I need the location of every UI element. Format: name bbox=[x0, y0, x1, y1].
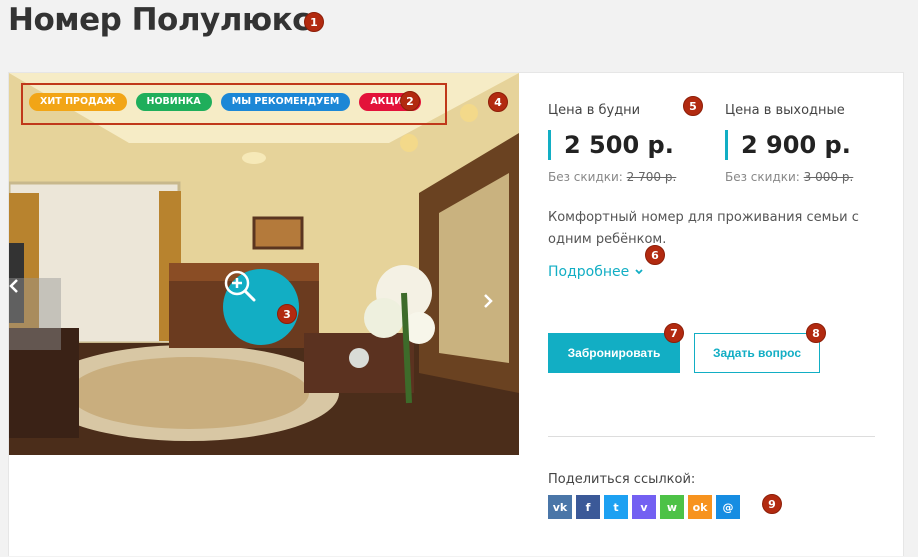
room-gallery: ХИТ ПРОДАЖ НОВИНКА МЫ РЕКОМЕНДУЕМ АКЦИЯ bbox=[9, 73, 519, 455]
price-weekend: Цена в выходные 2 900 р. Без скидки: 3 0… bbox=[725, 103, 853, 184]
book-button[interactable]: Забронировать bbox=[548, 333, 680, 373]
twitter-glyph: t bbox=[613, 500, 619, 514]
gallery-prev-button[interactable] bbox=[9, 278, 61, 350]
twitter-icon[interactable]: t bbox=[604, 495, 628, 519]
price-weekday-value: 2 500 р. bbox=[548, 130, 676, 160]
price-weekday-old-label: Без скидки: bbox=[548, 170, 623, 184]
vk-glyph: vk bbox=[552, 500, 568, 514]
whatsapp-glyph: w bbox=[666, 500, 678, 514]
odnoklassniki-glyph: ok bbox=[692, 500, 708, 514]
annotation-marker-8: 8 bbox=[806, 323, 826, 343]
chevron-right-icon bbox=[484, 294, 493, 308]
price-weekday: Цена в будни 2 500 р. Без скидки: 2 700 … bbox=[548, 103, 676, 184]
annotation-marker-3: 3 bbox=[277, 304, 297, 324]
price-weekend-old-label: Без скидки: bbox=[725, 170, 800, 184]
share-buttons: vk f t v w ok @ bbox=[548, 495, 740, 519]
zoom-plus-icon bbox=[224, 270, 256, 302]
ask-question-button[interactable]: Задать вопрос bbox=[694, 333, 820, 373]
annotation-marker-5: 5 bbox=[683, 96, 703, 116]
chevron-down-icon bbox=[635, 269, 643, 275]
viber-icon[interactable]: v bbox=[632, 495, 656, 519]
price-weekend-value: 2 900 р. bbox=[725, 130, 853, 160]
moimir-icon[interactable]: @ bbox=[716, 495, 740, 519]
more-link[interactable]: Подробнее bbox=[548, 264, 643, 280]
share-label: Поделиться ссылкой: bbox=[548, 472, 696, 487]
price-weekday-old-value: 2 700 р. bbox=[626, 170, 677, 184]
annotation-marker-1: 1 bbox=[304, 12, 324, 32]
price-weekend-old: Без скидки: 3 000 р. bbox=[725, 170, 853, 184]
annotation-marker-2: 2 bbox=[400, 91, 420, 111]
badges-highlight-box bbox=[21, 83, 447, 125]
price-weekday-label: Цена в будни bbox=[548, 103, 641, 118]
chevron-left-icon bbox=[9, 279, 18, 293]
price-weekday-old: Без скидки: 2 700 р. bbox=[548, 170, 676, 184]
gallery-next-button[interactable] bbox=[483, 293, 511, 333]
moimir-glyph: @ bbox=[722, 500, 734, 514]
viber-glyph: v bbox=[640, 500, 648, 514]
vk-icon[interactable]: vk bbox=[548, 495, 572, 519]
room-info: Цена в будни 2 500 р. Без скидки: 2 700 … bbox=[548, 73, 878, 557]
annotation-marker-7: 7 bbox=[664, 323, 684, 343]
price-weekend-label: Цена в выходные bbox=[725, 103, 845, 118]
more-link-label: Подробнее bbox=[548, 264, 630, 280]
annotation-marker-4: 4 bbox=[488, 92, 508, 112]
room-photo bbox=[9, 73, 519, 455]
annotation-marker-9: 9 bbox=[762, 494, 782, 514]
page-title: Номер Полулюкс bbox=[8, 2, 311, 38]
annotation-marker-6: 6 bbox=[645, 245, 665, 265]
price-weekend-old-value: 3 000 р. bbox=[803, 170, 854, 184]
room-description: Комфортный номер для проживания семьи с … bbox=[548, 210, 859, 247]
divider bbox=[548, 436, 875, 437]
room-card: ХИТ ПРОДАЖ НОВИНКА МЫ РЕКОМЕНДУЕМ АКЦИЯ … bbox=[8, 72, 904, 556]
facebook-glyph: f bbox=[585, 500, 591, 514]
facebook-icon[interactable]: f bbox=[576, 495, 600, 519]
odnoklassniki-icon[interactable]: ok bbox=[688, 495, 712, 519]
whatsapp-icon[interactable]: w bbox=[660, 495, 684, 519]
